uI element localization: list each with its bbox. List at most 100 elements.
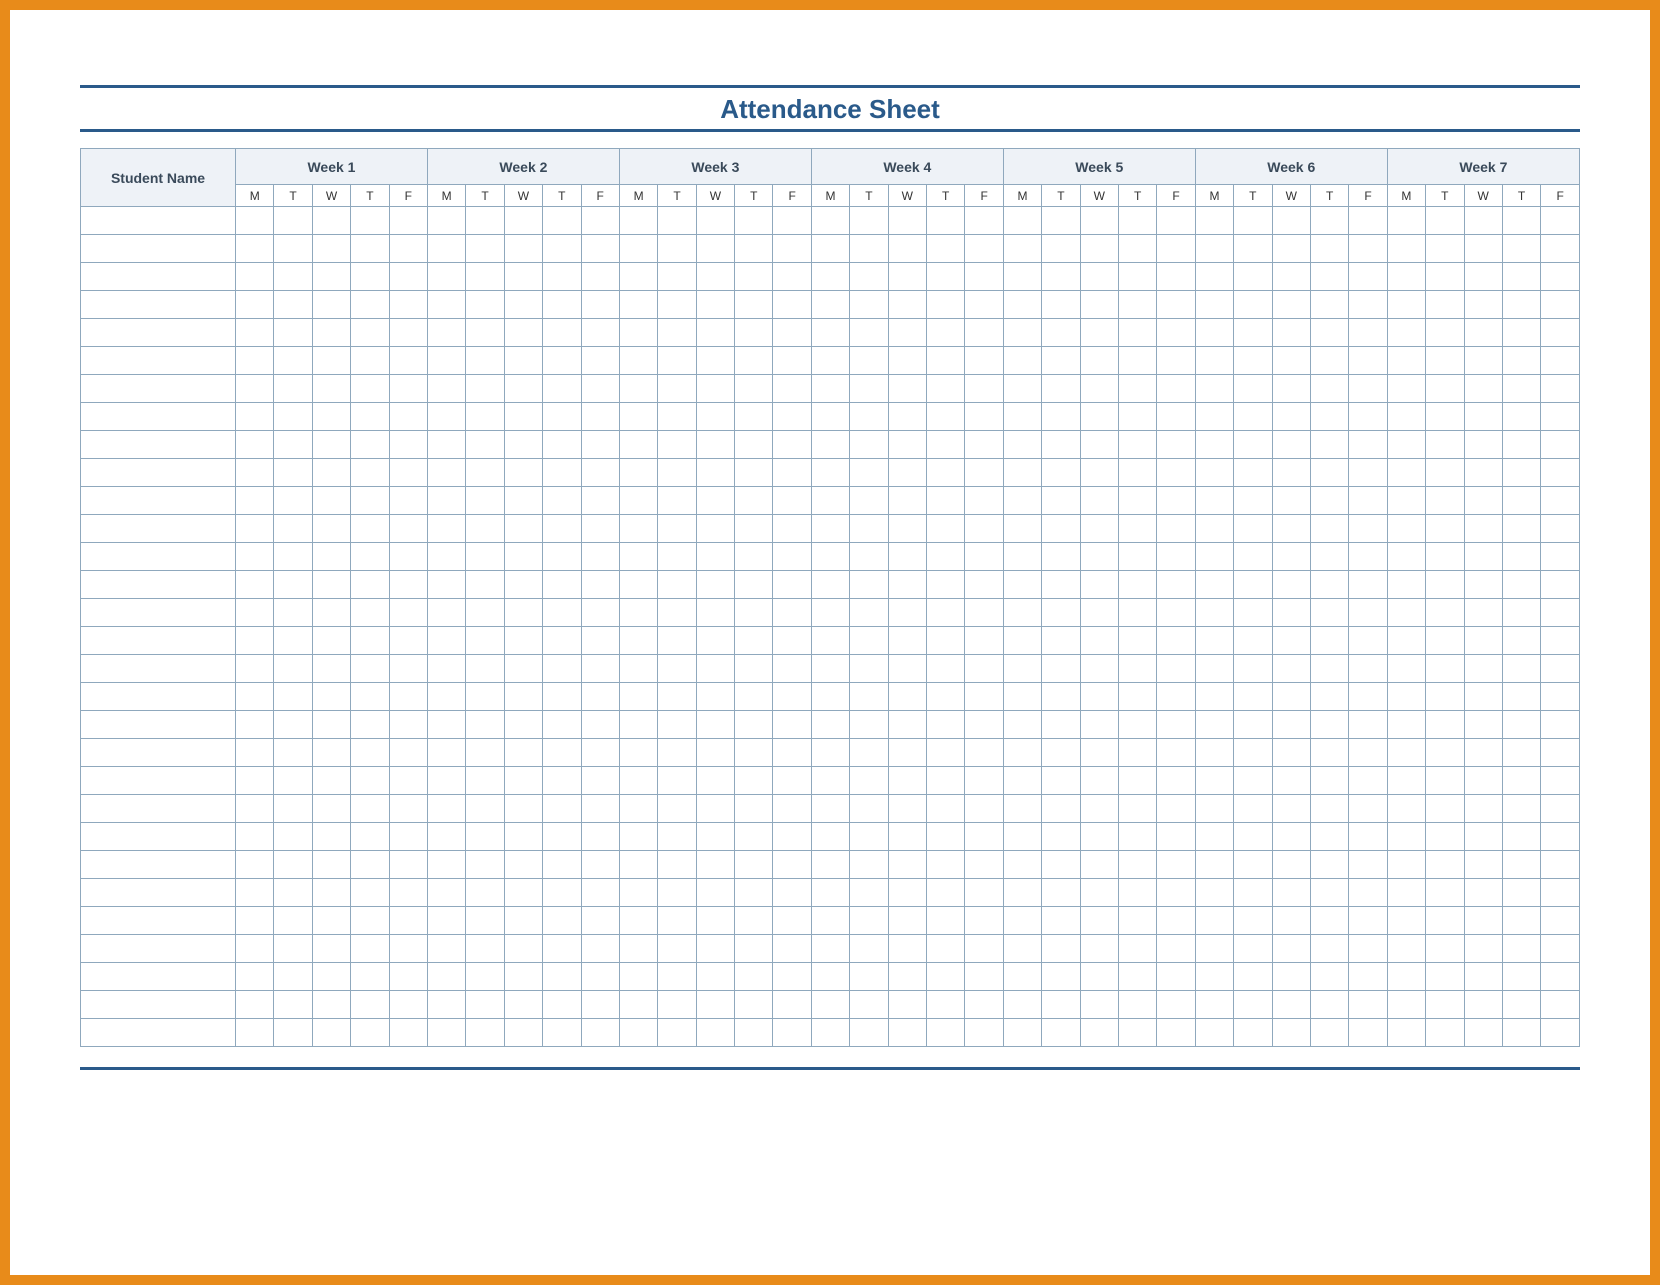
attendance-cell[interactable] (1349, 459, 1387, 487)
attendance-cell[interactable] (1272, 431, 1310, 459)
attendance-cell[interactable] (773, 207, 811, 235)
attendance-cell[interactable] (351, 627, 389, 655)
student-name-cell[interactable] (81, 487, 236, 515)
attendance-cell[interactable] (274, 739, 312, 767)
attendance-cell[interactable] (888, 739, 926, 767)
attendance-cell[interactable] (274, 683, 312, 711)
attendance-cell[interactable] (1387, 459, 1425, 487)
student-name-cell[interactable] (81, 571, 236, 599)
attendance-cell[interactable] (1003, 851, 1041, 879)
attendance-cell[interactable] (427, 515, 465, 543)
attendance-cell[interactable] (1080, 263, 1118, 291)
attendance-cell[interactable] (735, 823, 773, 851)
attendance-cell[interactable] (389, 879, 427, 907)
attendance-cell[interactable] (1310, 459, 1348, 487)
attendance-cell[interactable] (543, 767, 581, 795)
attendance-cell[interactable] (427, 599, 465, 627)
attendance-cell[interactable] (1349, 543, 1387, 571)
attendance-cell[interactable] (427, 851, 465, 879)
attendance-cell[interactable] (1272, 991, 1310, 1019)
attendance-cell[interactable] (696, 711, 734, 739)
attendance-cell[interactable] (619, 319, 657, 347)
attendance-cell[interactable] (274, 879, 312, 907)
attendance-cell[interactable] (1310, 543, 1348, 571)
attendance-cell[interactable] (1502, 963, 1540, 991)
attendance-cell[interactable] (850, 319, 888, 347)
attendance-cell[interactable] (389, 487, 427, 515)
attendance-cell[interactable] (1310, 907, 1348, 935)
attendance-cell[interactable] (1080, 1019, 1118, 1047)
attendance-cell[interactable] (1349, 431, 1387, 459)
attendance-cell[interactable] (658, 655, 696, 683)
attendance-cell[interactable] (1234, 263, 1272, 291)
attendance-cell[interactable] (1042, 627, 1080, 655)
attendance-cell[interactable] (427, 823, 465, 851)
attendance-cell[interactable] (581, 963, 619, 991)
attendance-cell[interactable] (236, 263, 274, 291)
attendance-cell[interactable] (1387, 991, 1425, 1019)
attendance-cell[interactable] (1118, 515, 1156, 543)
attendance-cell[interactable] (1118, 683, 1156, 711)
attendance-cell[interactable] (466, 991, 504, 1019)
attendance-cell[interactable] (773, 487, 811, 515)
attendance-cell[interactable] (581, 207, 619, 235)
attendance-cell[interactable] (504, 935, 542, 963)
attendance-cell[interactable] (1349, 879, 1387, 907)
attendance-cell[interactable] (811, 991, 849, 1019)
attendance-cell[interactable] (658, 739, 696, 767)
attendance-cell[interactable] (1003, 347, 1041, 375)
attendance-cell[interactable] (312, 487, 350, 515)
attendance-cell[interactable] (1118, 599, 1156, 627)
attendance-cell[interactable] (1118, 235, 1156, 263)
student-name-cell[interactable] (81, 291, 236, 319)
attendance-cell[interactable] (1234, 963, 1272, 991)
attendance-cell[interactable] (927, 739, 965, 767)
attendance-cell[interactable] (466, 571, 504, 599)
attendance-cell[interactable] (965, 627, 1003, 655)
attendance-cell[interactable] (1349, 571, 1387, 599)
attendance-cell[interactable] (1426, 403, 1464, 431)
attendance-cell[interactable] (389, 515, 427, 543)
attendance-cell[interactable] (773, 459, 811, 487)
attendance-cell[interactable] (1080, 767, 1118, 795)
attendance-cell[interactable] (1464, 795, 1502, 823)
attendance-cell[interactable] (543, 347, 581, 375)
attendance-cell[interactable] (581, 739, 619, 767)
attendance-cell[interactable] (735, 571, 773, 599)
attendance-cell[interactable] (658, 319, 696, 347)
attendance-cell[interactable] (1349, 515, 1387, 543)
attendance-cell[interactable] (427, 711, 465, 739)
attendance-cell[interactable] (1080, 711, 1118, 739)
attendance-cell[interactable] (1003, 263, 1041, 291)
attendance-cell[interactable] (312, 235, 350, 263)
attendance-cell[interactable] (581, 627, 619, 655)
attendance-cell[interactable] (850, 823, 888, 851)
attendance-cell[interactable] (1464, 375, 1502, 403)
attendance-cell[interactable] (1502, 851, 1540, 879)
attendance-cell[interactable] (1464, 627, 1502, 655)
attendance-cell[interactable] (619, 823, 657, 851)
attendance-cell[interactable] (351, 599, 389, 627)
attendance-cell[interactable] (1157, 207, 1195, 235)
attendance-cell[interactable] (811, 851, 849, 879)
attendance-cell[interactable] (850, 627, 888, 655)
attendance-cell[interactable] (619, 207, 657, 235)
attendance-cell[interactable] (1195, 963, 1233, 991)
attendance-cell[interactable] (658, 207, 696, 235)
attendance-cell[interactable] (1003, 739, 1041, 767)
attendance-cell[interactable] (1042, 963, 1080, 991)
attendance-cell[interactable] (1541, 627, 1580, 655)
attendance-cell[interactable] (1234, 235, 1272, 263)
attendance-cell[interactable] (965, 319, 1003, 347)
attendance-cell[interactable] (965, 543, 1003, 571)
attendance-cell[interactable] (504, 207, 542, 235)
attendance-cell[interactable] (1387, 1019, 1425, 1047)
attendance-cell[interactable] (1272, 711, 1310, 739)
attendance-cell[interactable] (1272, 627, 1310, 655)
attendance-cell[interactable] (543, 739, 581, 767)
attendance-cell[interactable] (927, 711, 965, 739)
attendance-cell[interactable] (850, 459, 888, 487)
attendance-cell[interactable] (1003, 1019, 1041, 1047)
attendance-cell[interactable] (1426, 207, 1464, 235)
attendance-cell[interactable] (504, 347, 542, 375)
